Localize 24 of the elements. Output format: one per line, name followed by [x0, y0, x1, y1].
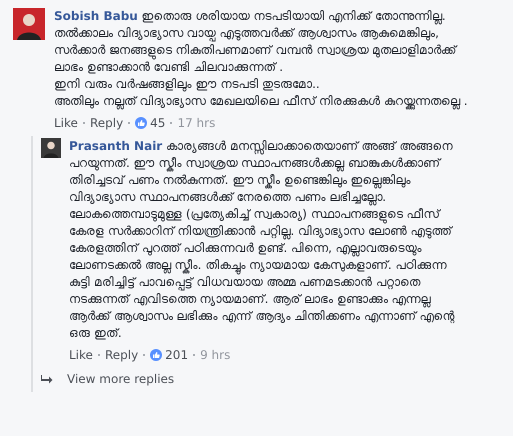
separator-dot	[170, 122, 172, 124]
comment-text: Sobish Babu ഇതൊരു ശരിയായ നടപടിയായി എനിക്ക് തോന്നുന്നില്ല. തൽക്കാലം വിദ്യാഭ്യാസ വായ്പ എടുത്തവർക്ക് ആശ്വാസം ആകുമെങ്കിലും, സർക്കാർ ജനങ്ങളുടെ നികുതിപണമാണ് വമ്പൻ സ്വാശ്രയ മുതലാളിമാർക്ക് ലാഭം ഉണ്ടാക്കാൻ വേണ്ടി ചിലവാക്കുന്നത് .	[54, 8, 458, 76]
action-link[interactable]: Reply	[104, 348, 138, 362]
author-name[interactable]: Prasanth Nair	[69, 139, 162, 153]
like-icon	[150, 349, 162, 361]
separator-dot	[82, 122, 85, 124]
like-icon	[135, 117, 148, 129]
action-link[interactable]: Reply	[90, 116, 124, 130]
reply-arrow-icon	[41, 374, 53, 384]
author-name[interactable]: Sobish Babu	[54, 9, 138, 23]
view-more-replies-link[interactable]: View more replies	[67, 372, 174, 386]
separator-dot	[98, 354, 100, 356]
separator-dot	[128, 122, 130, 124]
avatar[interactable]	[13, 8, 45, 40]
comment-text: ഇനി വരും വർഷങ്ങളിലും ഈ നടപടി തുടരുമോ..	[54, 76, 321, 93]
separator-dot	[143, 354, 146, 356]
action-link[interactable]: Like	[69, 348, 93, 362]
comment-text: അതിലും നല്ലത് വിദ്യാഭ്യാസ മേഖലയിലെ ഫീസ് നിരക്കുകൾ കുറയ്ക്കുന്നതല്ലെ .	[54, 93, 469, 110]
comment-text: Prasanth Nair കാര്യങ്ങൾ മനസ്സിലാക്കാതെയാണ് അങ്ങ് അങ്ങനെ പറയുന്നത്. ഈ സ്കീം സ്വാശ്രയ സ്ഥാപനങ്ങൾക്കല്ല ബാങ്കുകൾക്കാണ് തിരിച്ചടവ് പണം നൽകുന്നത്. ഈ സ്കീം ഉണ്ടെങ്കിലും ഇല്ലെങ്കിലും വിദ്യാഭ്യാസ സ്ഥാപനങ്ങൾക്ക് നേരത്തെ പണം ലഭിച്ചല്ലോ. ലോകത്തെമ്പാടുമുള്ള (പ്രത്യേകിച്ച് സ്വകാര്യ) സ്ഥാപനങ്ങളുടെ ഫീസ് കേരള സർക്കാറിന് നിയന്ത്രിക്കാൻ പറ്റില്ല. വിദ്യാഭ്യാസ ലോൺ എടുത്ത് കേരളത്തിന് പുറത്ത് പഠിക്കുന്നവർ ഉണ്ട്. പിന്നെ, എല്ലാവരുടെയും ലോണടക്കൽ അല്ല സ്കീം. തികച്ചും ന്യായമായ കേസുകളാണ്. പഠിക്കുന്ന കുട്ടി മരിച്ചിട്ട് പാവപ്പെട്ട് വിധവയായ അമ്മ പണമടക്കാൻ പറ്റാതെ നടക്കുന്നത് എവിടത്തെ ന്യായമാണ്. ആര് ലാഭം ഉണ്ടാക്കും എന്നല്ല ആർക്ക് ആശ്വാസം ലഭിക്കും എന്ന് ആദ്യം ചിന്തിക്കണം എന്നാണ് എന്റെ ഒരു ഇത്.	[69, 138, 456, 342]
like-count[interactable]: 201	[165, 348, 188, 362]
separator-dot	[193, 354, 196, 356]
like-count[interactable]: 45	[150, 116, 166, 130]
avatar[interactable]	[41, 138, 61, 158]
action-link[interactable]: Like	[54, 116, 78, 130]
